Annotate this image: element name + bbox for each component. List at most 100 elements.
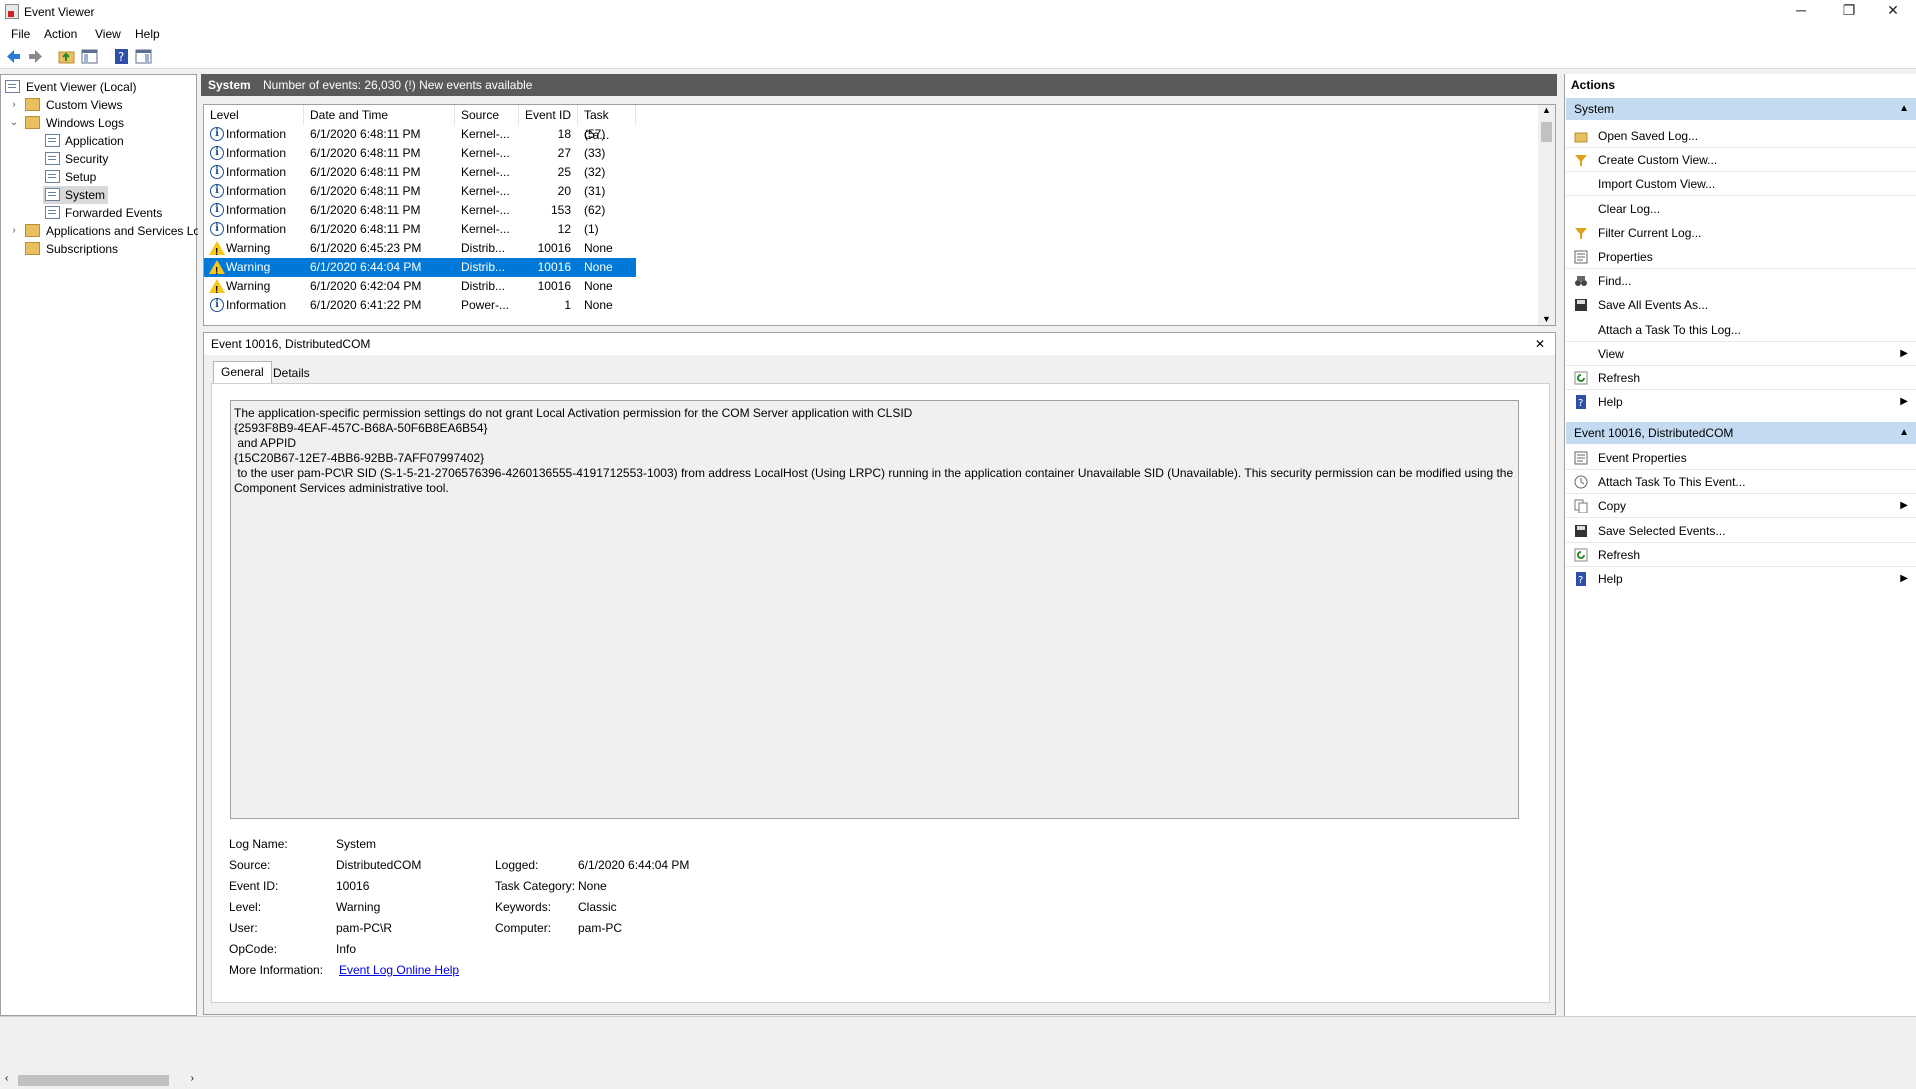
action-help[interactable]: ? Help ▶ bbox=[1566, 567, 1916, 591]
tab-general[interactable]: General bbox=[213, 361, 272, 384]
column-task-category[interactable]: Task Ca... bbox=[578, 105, 636, 142]
event-row[interactable]: Warning 6/1/2020 6:45:23 PM Distrib... 1001… bbox=[204, 239, 636, 262]
event-row[interactable]: i Information 6/1/2020 6:48:11 PM Kernel-..… bbox=[204, 163, 636, 182]
event-id-cell: 20 bbox=[557, 184, 571, 198]
tree-item-system[interactable]: System bbox=[43, 186, 108, 204]
tree-label: Security bbox=[65, 152, 109, 166]
action-save-all-events-as[interactable]: Save All Events As... bbox=[1566, 293, 1916, 317]
scroll-down-icon[interactable]: ▼ bbox=[1542, 314, 1551, 324]
action-open-saved-log[interactable]: Open Saved Log... bbox=[1566, 124, 1916, 148]
collapse-section-icon[interactable]: ▲ bbox=[1899, 422, 1909, 444]
event-row[interactable]: i Information 6/1/2020 6:48:11 PM Kernel-..… bbox=[204, 201, 636, 220]
action-create-custom-view[interactable]: Create Custom View... bbox=[1566, 148, 1916, 173]
action-refresh[interactable]: Refresh bbox=[1566, 366, 1916, 390]
action-clear-log[interactable]: Clear Log... bbox=[1566, 197, 1916, 221]
event-list-vertical-scrollbar[interactable]: ▲ ▼ bbox=[1538, 105, 1555, 325]
minimize-button[interactable]: ─ bbox=[1778, 0, 1824, 22]
task-category-cell: None bbox=[584, 241, 613, 255]
forward-icon[interactable] bbox=[27, 48, 44, 65]
event-row[interactable]: i Information 6/1/2020 6:41:22 PM Power-...… bbox=[204, 296, 636, 315]
tree-horizontal-scrollbar[interactable]: ‹ › bbox=[2, 1072, 197, 1089]
column-date-time[interactable]: Date and Time bbox=[304, 105, 455, 125]
action-label: Attach a Task To this Log... bbox=[1598, 322, 1741, 337]
help-icon[interactable]: ? bbox=[113, 48, 130, 65]
expand-arrow-icon[interactable]: › bbox=[9, 222, 19, 240]
date-cell: 6/1/2020 6:44:04 PM bbox=[310, 260, 422, 274]
close-button[interactable]: ✕ bbox=[1870, 0, 1916, 22]
menu-view[interactable]: View bbox=[95, 27, 121, 41]
event-row[interactable]: Warning 6/1/2020 6:42:04 PM Distrib... 1001… bbox=[204, 277, 636, 300]
menu-action[interactable]: Action bbox=[44, 27, 77, 41]
properties-icon bbox=[1574, 250, 1588, 264]
event-log-online-help-link[interactable]: Event Log Online Help bbox=[339, 963, 459, 977]
log-icon bbox=[45, 134, 60, 147]
event-id-cell: 10016 bbox=[537, 260, 571, 274]
action-event-properties[interactable]: Event Properties bbox=[1566, 446, 1916, 470]
folder-icon bbox=[25, 98, 40, 111]
column-level[interactable]: Level bbox=[204, 105, 304, 125]
scroll-left-icon[interactable]: ‹ bbox=[5, 1073, 8, 1084]
show-hide-tree-icon[interactable] bbox=[81, 48, 98, 65]
scroll-right-icon[interactable]: › bbox=[191, 1073, 194, 1084]
expand-arrow-icon[interactable]: › bbox=[9, 96, 19, 114]
restore-button[interactable]: ❐ bbox=[1826, 0, 1872, 22]
value-event-id: 10016 bbox=[336, 879, 370, 893]
column-source[interactable]: Source bbox=[455, 105, 519, 125]
system-actions-header[interactable]: System ▲ bbox=[1566, 98, 1916, 120]
scroll-up-icon[interactable]: ▲ bbox=[1542, 105, 1551, 115]
save-icon bbox=[1575, 524, 1587, 537]
column-event-id[interactable]: Event ID bbox=[519, 105, 578, 125]
event-id-cell: 10016 bbox=[537, 279, 571, 293]
event-actions-header[interactable]: Event 10016, DistributedCOM ▲ bbox=[1566, 422, 1916, 444]
level-cell: Warning bbox=[226, 279, 271, 293]
action-label: Clear Log... bbox=[1598, 201, 1661, 216]
collapse-section-icon[interactable]: ▲ bbox=[1899, 98, 1909, 120]
event-row[interactable]: Warning 6/1/2020 6:44:04 PM Distrib... 1001… bbox=[204, 258, 636, 281]
event-list: Level Date and Time Source Event ID Task… bbox=[203, 104, 1556, 326]
action-attach-task-to-this-event[interactable]: Attach Task To This Event... bbox=[1566, 470, 1916, 495]
menu-file[interactable]: File bbox=[11, 27, 30, 41]
action-filter-current-log[interactable]: Filter Current Log... bbox=[1566, 221, 1916, 245]
tree-item-apps-services[interactable]: › Applications and Services Lo bbox=[9, 222, 198, 240]
date-cell: 6/1/2020 6:41:22 PM bbox=[310, 298, 422, 312]
action-copy[interactable]: Copy ▶ bbox=[1566, 494, 1916, 519]
label-logged: Logged: bbox=[495, 858, 539, 872]
action-properties[interactable]: Properties bbox=[1566, 245, 1916, 269]
log-title: System bbox=[208, 78, 251, 92]
task-category-cell: (31) bbox=[584, 184, 606, 198]
menu-help[interactable]: Help bbox=[135, 27, 160, 41]
date-cell: 6/1/2020 6:48:11 PM bbox=[310, 165, 421, 179]
scrollbar-thumb[interactable] bbox=[1541, 122, 1552, 142]
help-icon: ? bbox=[1576, 395, 1586, 410]
value-level: Warning bbox=[336, 900, 381, 914]
collapse-arrow-icon[interactable]: ⌄ bbox=[9, 114, 19, 132]
action-attach-a-task-to-this-log[interactable]: Attach a Task To this Log... bbox=[1566, 318, 1916, 342]
information-icon: i bbox=[210, 203, 224, 217]
label-event-id: Event ID: bbox=[229, 879, 279, 893]
close-detail-icon[interactable]: ✕ bbox=[1535, 333, 1545, 355]
scrollbar-thumb[interactable] bbox=[18, 1075, 169, 1086]
action-refresh[interactable]: Refresh bbox=[1566, 543, 1916, 567]
event-message[interactable]: The application-specific permission sett… bbox=[230, 400, 1519, 819]
tab-details[interactable]: Details bbox=[266, 363, 317, 383]
event-row[interactable]: i Information 6/1/2020 6:48:11 PM Kernel-..… bbox=[204, 125, 636, 144]
action-view[interactable]: View ▶ bbox=[1566, 342, 1916, 366]
warning-icon bbox=[209, 260, 225, 281]
event-id-cell: 12 bbox=[557, 222, 571, 236]
svg-text:?: ? bbox=[1578, 575, 1583, 586]
action-save-selected-events[interactable]: Save Selected Events... bbox=[1566, 519, 1916, 543]
task-category-cell: (1) bbox=[584, 222, 599, 236]
folder-up-icon[interactable] bbox=[58, 48, 75, 65]
action-label: Save All Events As... bbox=[1598, 298, 1709, 313]
action-import-custom-view[interactable]: Import Custom View... bbox=[1566, 172, 1916, 197]
back-icon[interactable] bbox=[5, 48, 22, 65]
event-row[interactable]: i Information 6/1/2020 6:48:11 PM Kernel-..… bbox=[204, 182, 636, 201]
action-find[interactable]: Find... bbox=[1566, 269, 1916, 293]
event-row[interactable]: i Information 6/1/2020 6:48:11 PM Kernel-..… bbox=[204, 144, 636, 163]
event-row[interactable]: i Information 6/1/2020 6:48:11 PM Kernel-..… bbox=[204, 220, 636, 239]
action-help[interactable]: ? Help ▶ bbox=[1566, 390, 1916, 414]
status-bar bbox=[0, 1016, 1916, 1036]
event-id-cell: 1 bbox=[564, 298, 571, 312]
show-hide-action-pane-icon[interactable] bbox=[135, 48, 152, 65]
save-icon bbox=[1575, 299, 1587, 312]
